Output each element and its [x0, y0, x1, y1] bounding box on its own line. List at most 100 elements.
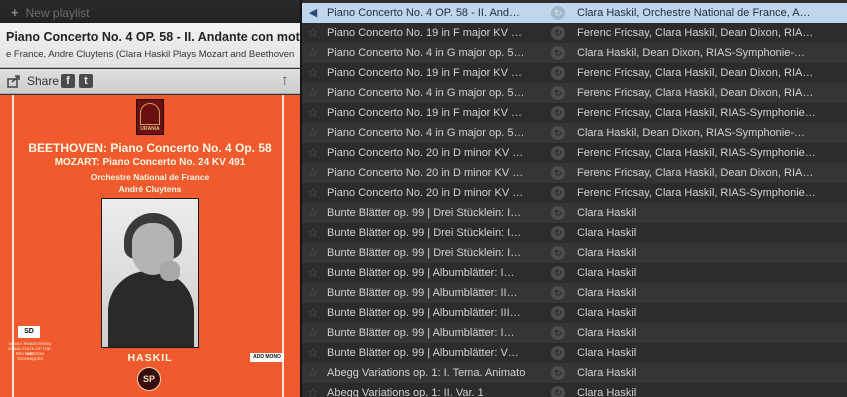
sync-icon[interactable]: ↻ [551, 66, 565, 80]
share-label[interactable]: Share [27, 74, 59, 88]
star-icon[interactable]: ☆ [306, 86, 320, 100]
track-row[interactable]: ☆ Bunte Blätter op. 99 | Albumblätter: I…… [302, 263, 847, 283]
star-icon[interactable]: ☆ [306, 186, 320, 200]
sync-icon[interactable]: ↻ [551, 26, 565, 40]
photo-figure-body [108, 271, 194, 347]
track-row[interactable]: ☆ Piano Concerto No. 4 in G major op. 5… ↻… [302, 123, 847, 143]
track-title: Bunte Blätter op. 99 | Albumblätter: I… [327, 267, 515, 279]
track-row[interactable]: ☆ Bunte Blätter op. 99 | Drei Stücklein: … [302, 203, 847, 223]
track-row[interactable]: ☆ Piano Concerto No. 20 in D minor KV … ↻ F… [302, 143, 847, 163]
star-icon[interactable]: ☆ [306, 226, 320, 240]
track-title: Piano Concerto No. 4 OP. 58 - II. And… [327, 7, 521, 19]
twitter-icon[interactable]: t [79, 74, 93, 88]
track-row[interactable]: ☆ Bunte Blätter op. 99 | Albumblätter: I…… [302, 323, 847, 343]
star-icon[interactable]: ☆ [306, 46, 320, 60]
sync-icon[interactable]: ↻ [551, 386, 565, 397]
sync-icon[interactable]: ↻ [551, 326, 565, 340]
track-row[interactable]: ☆ Piano Concerto No. 19 in F major KV … ↻ F… [302, 23, 847, 43]
track-row[interactable]: ☆ Abegg Variations op. 1: I. Tema. Animat… [302, 363, 847, 383]
star-icon[interactable]: ☆ [306, 366, 320, 380]
star-icon[interactable]: ☆ [306, 166, 320, 180]
sync-icon[interactable]: ↻ [551, 346, 565, 360]
track-row[interactable]: ☆ Bunte Blätter op. 99 | Albumblätter: V…… [302, 343, 847, 363]
track-list: ◀ Piano Concerto No. 4 OP. 58 - II. And… ↻… [302, 3, 847, 397]
track-title: Piano Concerto No. 4 in G major op. 5… [327, 47, 525, 59]
track-title: Piano Concerto No. 19 in F major KV … [327, 67, 523, 79]
plus-icon: + [11, 5, 19, 20]
track-row[interactable]: ☆ Piano Concerto No. 4 in G major op. 5… ↻… [302, 43, 847, 63]
album-art-line-1: BEETHOVEN: Piano Concerto No. 4 Op. 58 [28, 141, 272, 155]
star-icon[interactable]: ☆ [306, 26, 320, 40]
sync-icon[interactable]: ↻ [551, 126, 565, 140]
label-logo-arch [140, 103, 160, 125]
track-title: Piano Concerto No. 19 in F major KV … [327, 107, 523, 119]
new-playlist-button[interactable]: + New playlist [0, 0, 300, 23]
sync-icon[interactable]: ↻ [551, 306, 565, 320]
track-artist: Clara Haskil, Dean Dixon, RIAS-Symphonie… [577, 47, 806, 59]
share-bar: Share f t ⊺ [0, 69, 300, 94]
track-row[interactable]: ☆ Bunte Blätter op. 99 | Drei Stücklein: … [302, 243, 847, 263]
star-icon[interactable]: ☆ [306, 286, 320, 300]
track-artist: Clara Haskil [577, 227, 637, 239]
track-row[interactable]: ☆ Abegg Variations op. 1: II. Var. 1 ↻ Clar… [302, 383, 847, 397]
star-icon[interactable]: ☆ [306, 246, 320, 260]
track-artist: Clara Haskil [577, 287, 637, 299]
share-icon[interactable] [7, 74, 21, 88]
label-logo: URANIA [136, 99, 164, 135]
sp-badge: SP [137, 367, 161, 391]
sync-icon[interactable]: ↻ [551, 46, 565, 60]
star-icon[interactable]: ☆ [306, 306, 320, 320]
sync-icon[interactable]: ↻ [551, 366, 565, 380]
sync-icon[interactable]: ↻ [551, 166, 565, 180]
star-icon[interactable]: ☆ [306, 126, 320, 140]
track-title: Piano Concerto No. 20 in D minor KV … [327, 187, 524, 199]
track-row[interactable]: ☆ Bunte Blätter op. 99 | Albumblätter: II… [302, 303, 847, 323]
track-artist: Ferenc Fricsay, Clara Haskil, Dean Dixon… [577, 67, 814, 79]
sync-icon[interactable]: ↻ [551, 246, 565, 260]
star-icon[interactable]: ☆ [306, 66, 320, 80]
track-artist: Clara Haskil, Dean Dixon, RIAS-Symphonie… [577, 127, 806, 139]
track-row[interactable]: ☆ Bunte Blätter op. 99 | Drei Stücklein: … [302, 223, 847, 243]
collapse-icon[interactable]: ⊺ [282, 75, 288, 88]
sync-icon[interactable]: ↻ [551, 146, 565, 160]
facebook-icon[interactable]: f [61, 74, 75, 88]
track-title: Abegg Variations op. 1: II. Var. 1 [327, 387, 484, 397]
sync-icon[interactable]: ↻ [551, 226, 565, 240]
star-icon[interactable]: ☆ [306, 206, 320, 220]
track-title: Piano Concerto No. 19 in F major KV … [327, 27, 523, 39]
star-icon[interactable]: ☆ [306, 346, 320, 360]
star-icon[interactable]: ☆ [306, 146, 320, 160]
star-icon[interactable]: ☆ [306, 326, 320, 340]
sync-icon[interactable]: ↻ [551, 86, 565, 100]
track-row[interactable]: ☆ Bunte Blätter op. 99 | Albumblätter: II… [302, 283, 847, 303]
label-logo-text: URANIA [140, 126, 160, 132]
track-title: Bunte Blätter op. 99 | Albumblätter: III… [327, 307, 521, 319]
track-row[interactable]: ☆ Piano Concerto No. 4 in G major op. 5… ↻… [302, 83, 847, 103]
track-title: Piano Concerto No. 4 in G major op. 5… [327, 87, 525, 99]
track-title: Bunte Blätter op. 99 | Drei Stücklein: I… [327, 247, 522, 259]
sync-icon[interactable]: ↻ [551, 206, 565, 220]
star-icon[interactable]: ☆ [306, 386, 320, 397]
track-row[interactable]: ☆ Piano Concerto No. 20 in D minor KV … ↻ F… [302, 183, 847, 203]
track-title: Bunte Blätter op. 99 | Albumblätter: I… [327, 327, 515, 339]
star-icon[interactable]: ☆ [306, 106, 320, 120]
track-row[interactable]: ☆ Piano Concerto No. 19 in F major KV … ↻ F… [302, 63, 847, 83]
sync-icon[interactable]: ↻ [551, 6, 565, 20]
track-title: Bunte Blätter op. 99 | Drei Stücklein: I… [327, 227, 522, 239]
star-icon[interactable]: ☆ [306, 266, 320, 280]
track-row-playing[interactable]: ◀ Piano Concerto No. 4 OP. 58 - II. And… ↻… [302, 3, 847, 23]
track-artist: Ferenc Fricsay, Clara Haskil, RIAS-Symph… [577, 107, 816, 119]
speaker-icon[interactable]: ◀ [306, 6, 320, 20]
sync-icon[interactable]: ↻ [551, 266, 565, 280]
sync-icon[interactable]: ↻ [551, 286, 565, 300]
sync-icon[interactable]: ↻ [551, 106, 565, 120]
track-row[interactable]: ☆ Piano Concerto No. 19 in F major KV … ↻ F… [302, 103, 847, 123]
track-artist: Ferenc Fricsay, Clara Haskil, RIAS-Symph… [577, 187, 816, 199]
track-artist: Ferenc Fricsay, Clara Haskil, RIAS-Symph… [577, 147, 816, 159]
track-title: Piano Concerto No. 4 in G major op. 5… [327, 127, 525, 139]
track-artist: Clara Haskil [577, 367, 637, 379]
sync-icon[interactable]: ↻ [551, 186, 565, 200]
track-artist: Clara Haskil [577, 347, 637, 359]
track-row[interactable]: ☆ Piano Concerto No. 20 in D minor KV … ↻ F… [302, 163, 847, 183]
album-art-line-3: Orchestre National de France [90, 172, 210, 182]
